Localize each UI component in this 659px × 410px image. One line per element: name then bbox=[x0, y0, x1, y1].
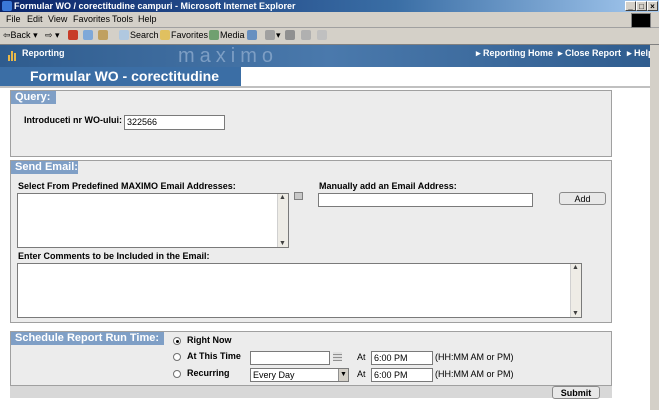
menu-tools[interactable]: Tools bbox=[112, 14, 133, 24]
scroll-up-icon[interactable]: ▲ bbox=[572, 264, 579, 271]
ie-icon bbox=[2, 1, 12, 11]
title-divider bbox=[0, 86, 659, 88]
calendar-icon[interactable] bbox=[333, 352, 342, 361]
discuss-icon bbox=[317, 30, 327, 40]
at-time-input[interactable]: 6:00 PM bbox=[371, 351, 433, 365]
send-email-heading: Send Email: bbox=[11, 161, 78, 174]
schedule-section: Schedule Report Run Time: Right Now At T… bbox=[10, 331, 612, 386]
reporting-home-link[interactable]: ▸ Reporting Home bbox=[476, 48, 553, 59]
scroll-down-icon[interactable]: ▼ bbox=[572, 310, 579, 317]
recurring-time-format-hint: (HH:MM AM or PM) bbox=[435, 369, 514, 379]
query-heading: Query: bbox=[11, 91, 56, 104]
discuss-button[interactable] bbox=[317, 30, 328, 40]
comments-textarea[interactable]: ▲ ▼ bbox=[17, 263, 582, 318]
search-button[interactable]: Search bbox=[119, 30, 159, 40]
media-icon bbox=[209, 30, 219, 40]
time-format-hint: (HH:MM AM or PM) bbox=[435, 352, 514, 362]
submit-button[interactable]: Submit bbox=[552, 386, 600, 399]
history-icon bbox=[247, 30, 257, 40]
scroll-up-icon[interactable]: ▲ bbox=[279, 194, 286, 201]
minimize-button[interactable]: _ bbox=[625, 1, 636, 11]
comments-label: Enter Comments to be Included in the Ema… bbox=[18, 251, 210, 261]
stop-button[interactable] bbox=[68, 30, 79, 40]
window-title-bar: Formular WO / corectitudine campuri - Mi… bbox=[0, 0, 659, 12]
back-arrow-icon: ⇦ bbox=[3, 30, 11, 40]
maximo-header: Reporting maximo ▸ Reporting Home ▸ Clos… bbox=[0, 45, 659, 67]
recurring-time-input[interactable]: 6:00 PM bbox=[371, 368, 433, 382]
manual-email-label: Manually add an Email Address: bbox=[319, 181, 457, 191]
query-section: Query: Introduceti nr WO-ului: 322566 bbox=[10, 90, 612, 157]
refresh-button[interactable] bbox=[83, 30, 94, 40]
predefined-emails-list[interactable]: ▲ ▼ bbox=[17, 193, 289, 248]
menu-favorites[interactable]: Favorites bbox=[73, 14, 110, 24]
recurrence-select[interactable]: Every Day ▼ bbox=[250, 368, 349, 382]
chevron-down-icon[interactable]: ▼ bbox=[338, 369, 348, 381]
form-title: Formular WO - corectitudine bbox=[0, 67, 241, 86]
submit-bar bbox=[10, 386, 612, 398]
scroll-down-icon[interactable]: ▼ bbox=[279, 240, 286, 247]
menu-view[interactable]: View bbox=[48, 14, 67, 24]
edit-icon bbox=[301, 30, 311, 40]
recurring-radio[interactable] bbox=[173, 370, 181, 378]
print-icon bbox=[285, 30, 295, 40]
menu-edit[interactable]: Edit bbox=[27, 14, 43, 24]
reporting-icon bbox=[8, 49, 18, 61]
manual-email-input[interactable] bbox=[318, 193, 533, 207]
reporting-label: Reporting bbox=[22, 48, 65, 58]
right-now-label: Right Now bbox=[187, 335, 232, 345]
add-email-button[interactable]: Add bbox=[559, 192, 606, 205]
window-title: Formular WO / corectitudine campuri - Mi… bbox=[14, 1, 296, 11]
send-email-section: Send Email: Select From Predefined MAXIM… bbox=[10, 160, 612, 323]
predefined-emails-label: Select From Predefined MAXIMO Email Addr… bbox=[18, 181, 236, 191]
menu-help[interactable]: Help bbox=[138, 14, 157, 24]
maximize-button[interactable]: □ bbox=[636, 1, 647, 11]
comments-scrollbar[interactable]: ▲ ▼ bbox=[570, 264, 581, 317]
favorites-icon bbox=[160, 30, 170, 40]
schedule-heading: Schedule Report Run Time: bbox=[11, 332, 164, 345]
favorites-button[interactable]: Favorites bbox=[160, 30, 208, 40]
search-icon bbox=[119, 30, 129, 40]
forward-arrow-icon: ⇨ ▾ bbox=[45, 30, 60, 40]
close-window-button[interactable]: × bbox=[647, 1, 658, 11]
mail-icon bbox=[265, 30, 275, 40]
windows-logo-icon bbox=[631, 13, 651, 28]
close-report-link[interactable]: ▸ Close Report bbox=[558, 48, 621, 59]
mail-button[interactable]: ▾ bbox=[265, 30, 281, 41]
recurring-label: Recurring bbox=[187, 368, 230, 378]
wo-number-input[interactable]: 322566 bbox=[124, 115, 225, 130]
right-now-radio[interactable] bbox=[173, 337, 181, 345]
at-this-time-radio[interactable] bbox=[173, 353, 181, 361]
at-this-time-label: At This Time bbox=[187, 351, 241, 361]
media-button[interactable]: Media bbox=[209, 30, 245, 40]
at-time-label: At bbox=[357, 352, 366, 362]
lookup-icon[interactable] bbox=[294, 192, 303, 200]
print-button[interactable] bbox=[285, 30, 296, 40]
page-scrollbar[interactable] bbox=[650, 45, 659, 410]
forward-button[interactable]: ⇨ ▾ bbox=[45, 30, 60, 41]
predefined-emails-scrollbar[interactable]: ▲ ▼ bbox=[277, 194, 288, 247]
menu-file[interactable]: File bbox=[6, 14, 21, 24]
recurring-at-label: At bbox=[357, 369, 366, 379]
maximo-logo: maximo bbox=[178, 45, 279, 67]
back-button[interactable]: ⇦Back ▾ bbox=[3, 30, 38, 41]
browser-toolbar: ⇦Back ▾ ⇨ ▾ Search Favorites Media ▾ bbox=[0, 28, 659, 45]
home-icon bbox=[98, 30, 108, 40]
date-input[interactable] bbox=[250, 351, 330, 365]
home-button[interactable] bbox=[98, 30, 109, 40]
refresh-icon bbox=[83, 30, 93, 40]
wo-number-label: Introduceti nr WO-ului: bbox=[24, 115, 122, 125]
history-button[interactable] bbox=[247, 30, 258, 40]
edit-button[interactable] bbox=[301, 30, 312, 40]
recurrence-value: Every Day bbox=[253, 370, 295, 380]
menu-bar: File Edit View Favorites Tools Help bbox=[0, 12, 659, 28]
stop-icon bbox=[68, 30, 78, 40]
